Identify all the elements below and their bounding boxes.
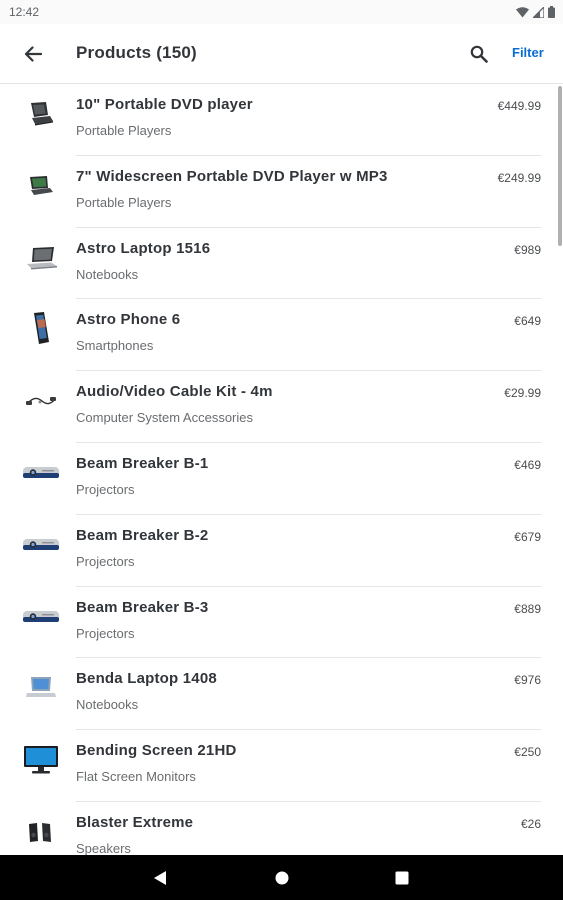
list-item[interactable]: Audio/Video Cable Kit - 4m Computer Syst…	[0, 371, 563, 443]
product-name: Blaster Extreme	[76, 813, 194, 831]
product-category: Smartphones	[76, 338, 154, 354]
system-nav-bar	[0, 855, 563, 900]
arrow-left-icon	[24, 46, 42, 62]
product-category: Portable Players	[76, 123, 172, 138]
list-item[interactable]: Astro Phone 6 Smartphones €649	[0, 299, 563, 371]
product-category: Computer System Accessories	[76, 410, 254, 426]
product-name: Beam Breaker B-2	[76, 526, 209, 544]
product-name: Beam Breaker B-1	[76, 454, 209, 472]
product-category: Projectors	[76, 481, 135, 497]
scrollbar[interactable]	[558, 86, 562, 246]
product-price: €989	[514, 242, 541, 257]
product-price: €449.99	[497, 99, 541, 113]
product-category: Flat Screen Monitors	[76, 769, 196, 785]
product-category: Notebooks	[76, 266, 139, 282]
speakers-icon	[20, 816, 62, 848]
app-bar: Products (150) Filter	[0, 24, 563, 84]
list-item[interactable]: Blaster Extreme Speakers €26	[0, 802, 563, 855]
list-item[interactable]: Beam Breaker B-2 Projectors €679	[0, 515, 563, 587]
nav-home-button[interactable]	[269, 865, 295, 891]
product-category: Projectors	[76, 625, 135, 641]
list-item[interactable]: Astro Laptop 1516 Notebooks €989	[0, 228, 563, 300]
product-price: €649	[514, 314, 541, 329]
list-item[interactable]: Benda Laptop 1408 Notebooks €976	[0, 658, 563, 730]
product-list: 10" Portable DVD player Portable Players…	[0, 84, 563, 855]
product-price: €889	[514, 601, 541, 616]
nav-recents-button[interactable]	[389, 865, 415, 891]
product-category: Notebooks	[76, 697, 139, 713]
product-price: €26	[520, 816, 541, 831]
cable-icon	[20, 385, 62, 417]
list-item[interactable]: 10" Portable DVD player Portable Players…	[0, 84, 563, 156]
product-price: €250	[514, 745, 541, 760]
projector-icon	[20, 457, 62, 489]
product-name: 10" Portable DVD player	[76, 96, 253, 113]
product-price: €29.99	[504, 386, 541, 401]
search-button[interactable]	[466, 41, 492, 67]
product-category: Portable Players	[76, 194, 172, 210]
list-item[interactable]: Beam Breaker B-3 Projectors €889	[0, 587, 563, 659]
triangle-back-icon	[154, 871, 166, 885]
product-name: Astro Laptop 1516	[76, 239, 211, 257]
list-item[interactable]: Beam Breaker B-1 Projectors €469	[0, 443, 563, 515]
wifi-icon	[516, 6, 529, 17]
product-price: €679	[514, 529, 541, 544]
list-item[interactable]: 7" Widescreen Portable DVD Player w MP3 …	[0, 156, 563, 228]
circle-home-icon	[275, 871, 289, 885]
projector-icon	[20, 601, 62, 633]
page-title: Products (150)	[76, 43, 197, 62]
laptop-icon	[20, 672, 62, 704]
status-bar: 12:42	[0, 0, 563, 24]
product-name: 7" Widescreen Portable DVD Player w MP3	[76, 167, 388, 185]
product-price: €469	[514, 457, 541, 472]
cell-signal-icon	[533, 6, 544, 18]
product-category: Projectors	[76, 553, 135, 569]
list-item[interactable]: Bending Screen 21HD Flat Screen Monitors…	[0, 730, 563, 802]
product-price: €249.99	[497, 170, 541, 185]
status-icons	[516, 5, 555, 19]
product-name: Astro Phone 6	[76, 311, 181, 329]
status-time: 12:42	[9, 5, 40, 19]
battery-icon	[548, 6, 555, 18]
back-button[interactable]	[20, 41, 46, 67]
nav-back-button[interactable]	[147, 865, 173, 891]
projector-icon	[20, 529, 62, 561]
dvd-player-icon	[20, 98, 62, 130]
laptop-icon	[20, 242, 62, 274]
product-name: Benda Laptop 1408	[76, 670, 217, 688]
square-recents-icon	[395, 871, 409, 885]
product-name: Beam Breaker B-3	[76, 598, 209, 616]
filter-button[interactable]: Filter	[512, 45, 544, 60]
product-name: Audio/Video Cable Kit - 4m	[76, 383, 273, 401]
widescreen-dvd-player-icon	[20, 170, 62, 202]
product-category: Speakers	[76, 840, 131, 855]
monitor-icon	[20, 744, 62, 776]
product-name: Bending Screen 21HD	[76, 742, 237, 760]
search-icon	[470, 45, 488, 63]
product-price: €976	[514, 673, 541, 688]
smartphone-icon	[20, 312, 62, 345]
